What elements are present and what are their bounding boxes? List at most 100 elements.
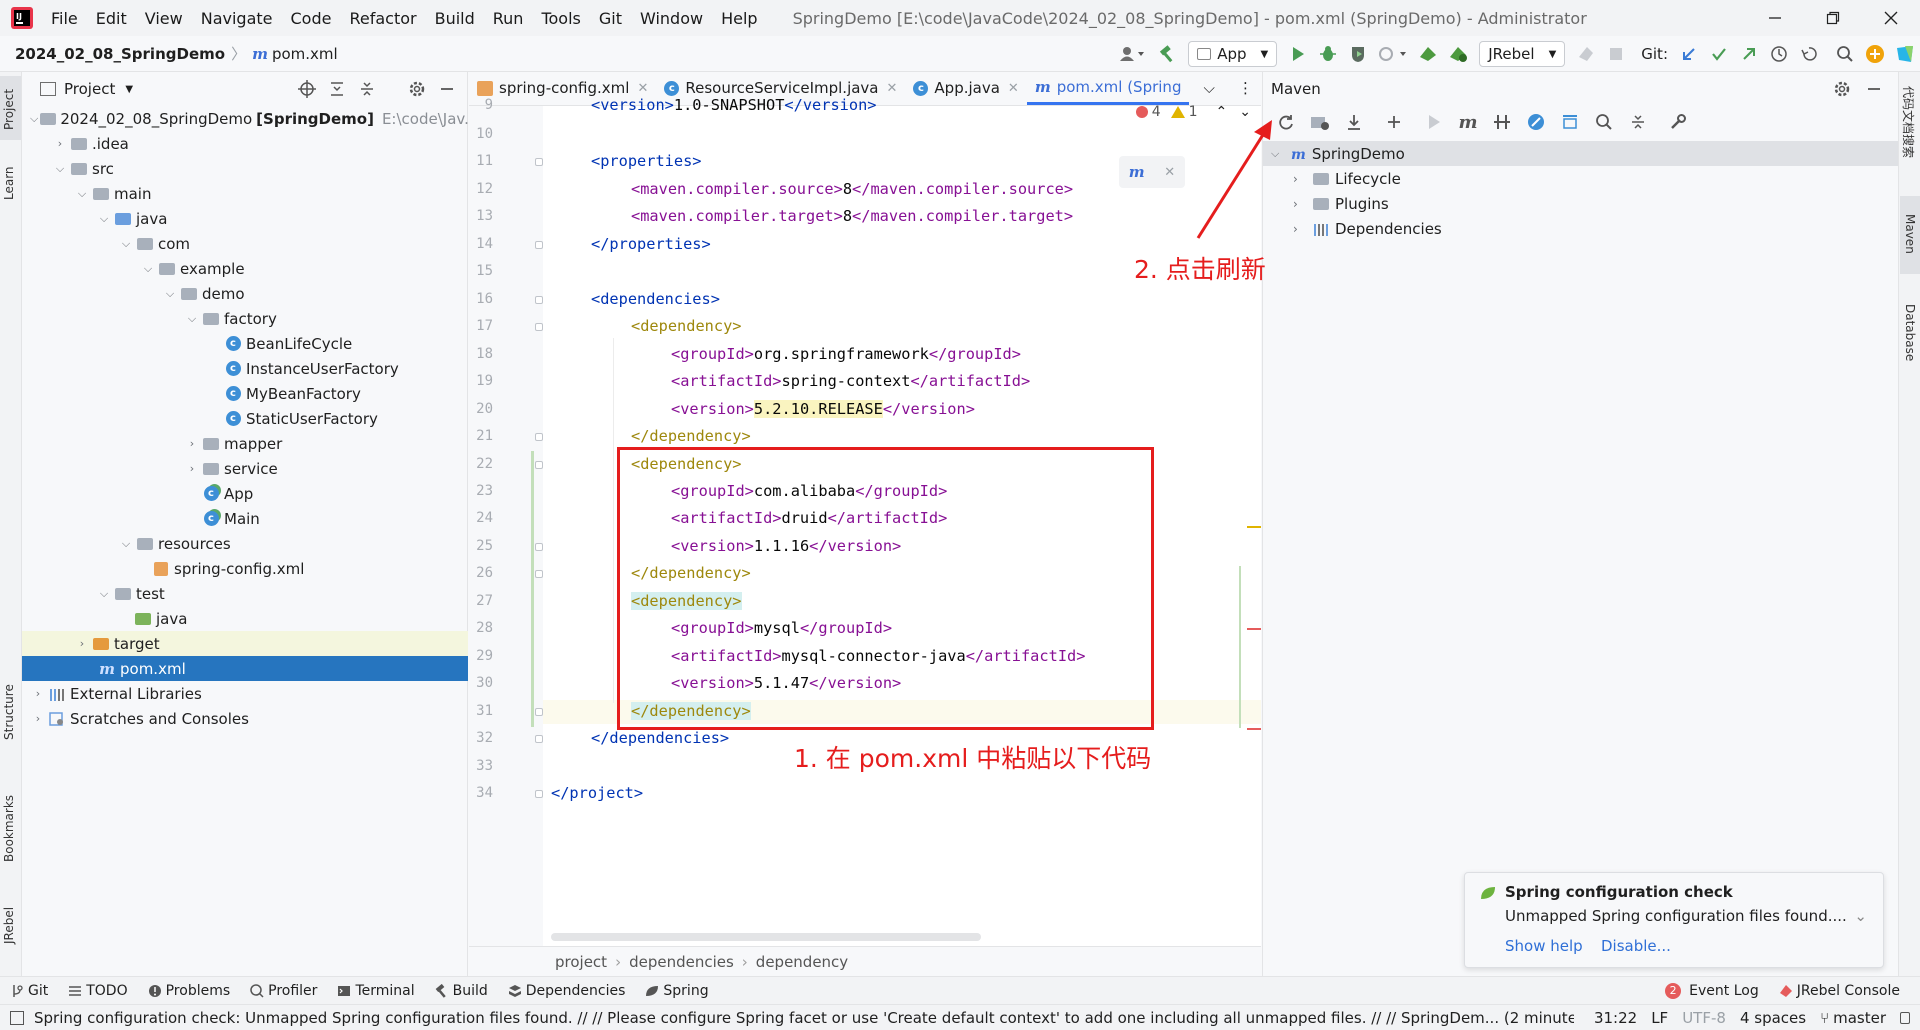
run-goal-icon[interactable] [1421, 109, 1447, 135]
breadcrumb-dependencies[interactable]: dependencies [629, 953, 734, 971]
status-panel-icon[interactable] [10, 1010, 24, 1025]
close-icon[interactable]: ✕ [1164, 165, 1175, 180]
tree-item-test-java[interactable]: java [22, 606, 468, 631]
disable-link[interactable]: Disable... [1601, 937, 1671, 955]
tree-item-resources[interactable]: ⌵ resources [22, 531, 468, 556]
fold-marker-icon[interactable] [535, 433, 543, 441]
indent-setting[interactable]: 4 spaces [1740, 1009, 1806, 1027]
menu-run[interactable]: Run [484, 9, 533, 28]
search-icon[interactable] [1591, 109, 1617, 135]
tool-tab-doc-search[interactable]: 代码文档搜索 [1900, 86, 1917, 158]
tree-item-mybeanfactory[interactable]: c MyBeanFactory [22, 381, 468, 406]
run-config-dropdown[interactable]: App ▼ [1188, 41, 1278, 67]
close-icon[interactable]: ✕ [1008, 81, 1019, 96]
horizontal-scrollbar[interactable] [551, 933, 981, 941]
fold-marker-icon[interactable] [535, 323, 543, 331]
menu-tools[interactable]: Tools [532, 9, 589, 28]
fold-marker-icon[interactable] [535, 241, 543, 249]
menu-navigate[interactable]: Navigate [192, 9, 282, 28]
gear-icon[interactable] [1832, 79, 1852, 99]
tab-pom-xml[interactable]: m pom.xml (Spring [1026, 71, 1190, 105]
tree-item-pom[interactable]: m pom.xml [22, 656, 468, 681]
rollback-icon[interactable] [1794, 39, 1824, 69]
tool-tab-bookmarks[interactable]: Bookmarks [2, 795, 16, 862]
git-push-icon[interactable] [1734, 39, 1764, 69]
tool-tab-dependencies[interactable]: Dependencies [498, 983, 636, 999]
git-update-icon[interactable] [1674, 39, 1704, 69]
chevron-right-icon[interactable]: › [184, 462, 200, 475]
debug-icon[interactable] [1313, 39, 1343, 69]
tree-item-instanceuserfactory[interactable]: c InstanceUserFactory [22, 356, 468, 381]
tree-item-scratches[interactable]: › Scratches and Consoles [22, 706, 468, 731]
stop-icon[interactable] [1601, 39, 1631, 69]
chevron-right-icon[interactable]: › [30, 687, 46, 700]
hide-panel-icon[interactable] [1864, 79, 1884, 99]
menu-view[interactable]: View [136, 9, 192, 28]
menu-window[interactable]: Window [631, 9, 712, 28]
tree-item-project-root[interactable]: ⌵ 2024_02_08_SpringDemo [SpringDemo] E:\… [22, 106, 478, 131]
expand-all-icon[interactable] [327, 79, 347, 99]
jrebel-dropdown[interactable]: JRebel ▼ [1479, 41, 1566, 67]
tool-tab-git[interactable]: Git [0, 983, 58, 999]
wrench-icon[interactable] [1665, 109, 1691, 135]
fold-marker-icon[interactable] [535, 158, 543, 166]
tree-item-example[interactable]: ⌵ example [22, 256, 468, 281]
add-icon[interactable] [1381, 109, 1407, 135]
menu-code[interactable]: Code [282, 9, 341, 28]
tool-tab-build[interactable]: Build [425, 983, 498, 999]
chevron-down-icon[interactable]: ⌵ [184, 312, 200, 326]
tool-tab-maven[interactable]: Maven [1903, 214, 1917, 254]
download-icon[interactable] [1341, 109, 1367, 135]
fold-marker-icon[interactable] [535, 735, 543, 743]
tree-item-target[interactable]: › target [22, 631, 468, 656]
tree-item-factory[interactable]: ⌵ factory [22, 306, 468, 331]
skip-tests-icon[interactable] [1523, 109, 1549, 135]
tool-tab-spring[interactable]: Spring [635, 983, 718, 999]
chevron-down-icon[interactable]: ⌵ [96, 587, 112, 601]
breadcrumb-file[interactable]: pom.xml [272, 45, 338, 63]
maven-tree-item-dependencies[interactable]: › Dependencies [1263, 216, 1899, 241]
chevron-down-icon[interactable]: ⌵ [162, 287, 178, 301]
tool-tab-profiler[interactable]: Profiler [240, 983, 327, 999]
tabs-dropdown[interactable]: ⌵ [1195, 71, 1222, 105]
chevron-down-icon[interactable]: ⌵ [52, 162, 68, 176]
chevron-down-icon[interactable]: ▼ [125, 84, 133, 95]
collapse-all-icon[interactable] [357, 79, 377, 99]
tool-tab-problems[interactable]: Problems [138, 983, 241, 999]
tree-item-demo[interactable]: ⌵ demo [22, 281, 468, 306]
restore-button[interactable] [1804, 0, 1862, 36]
line-separator[interactable]: LF [1651, 1009, 1668, 1027]
tree-item-com[interactable]: ⌵ com [22, 231, 468, 256]
chevron-down-icon[interactable]: ⌵ [118, 537, 134, 551]
tree-item-main[interactable]: ⌵ main [22, 181, 468, 206]
git-branch[interactable]: ⑂ master [1820, 1009, 1886, 1027]
menu-git[interactable]: Git [590, 9, 631, 28]
code-editor[interactable]: 9 10 11 12 13 14 15 16 17 18 19 20 21 22… [469, 96, 1261, 946]
tree-item-staticuserfactory[interactable]: c StaticUserFactory [22, 406, 468, 431]
fold-marker-icon[interactable] [535, 790, 543, 798]
build-hammer-icon[interactable] [1152, 39, 1182, 69]
menu-file[interactable]: File [42, 9, 87, 28]
git-commit-icon[interactable] [1704, 39, 1734, 69]
project-panel-title[interactable]: Project [64, 80, 115, 98]
tree-item-main-class[interactable]: c Main [22, 506, 468, 531]
tool-tab-event-log[interactable]: 2 Event Log [1657, 982, 1769, 999]
tabs-more-icon[interactable]: ⋮ [1230, 71, 1261, 105]
chevron-down-icon[interactable]: ⌵ [74, 187, 90, 201]
tool-tab-todo[interactable]: TODO [58, 983, 137, 999]
jrebel-disabled-icon[interactable] [1571, 39, 1601, 69]
maven-tree-item-plugins[interactable]: › Plugins [1263, 191, 1899, 216]
toolbox-logo-icon[interactable] [1890, 39, 1920, 69]
history-icon[interactable] [1764, 39, 1794, 69]
chevron-right-icon[interactable]: › [184, 437, 200, 450]
tree-item-spring-config[interactable]: spring-config.xml [22, 556, 468, 581]
show-help-link[interactable]: Show help [1505, 937, 1583, 955]
fold-marker-icon[interactable] [535, 570, 543, 578]
caret-position[interactable]: 31:22 [1594, 1009, 1637, 1027]
collapse-all-icon[interactable] [1625, 109, 1651, 135]
tool-tab-jrebel[interactable]: JRebel [2, 907, 16, 944]
fold-marker-icon[interactable] [535, 461, 543, 469]
lock-icon[interactable] [1900, 1011, 1910, 1024]
updates-icon[interactable] [1860, 39, 1890, 69]
chevron-down-icon[interactable]: ⌵ [118, 237, 134, 251]
